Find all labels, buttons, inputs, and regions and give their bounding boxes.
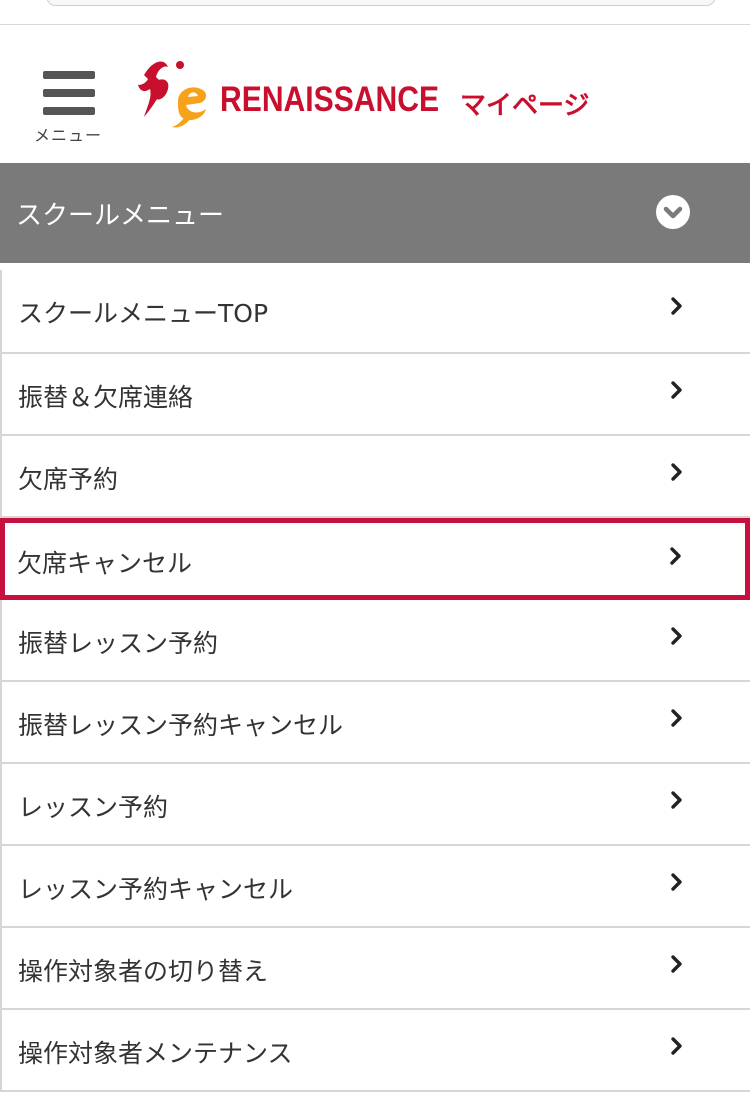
menu-item-label: 操作対象者の切り替え: [18, 957, 269, 986]
mypage-title: マイページ: [460, 91, 590, 121]
chevron-right-icon: [671, 381, 682, 399]
menu-item-label: レッスン予約: [18, 793, 169, 822]
chevron-right-icon: [671, 873, 682, 891]
menu-button-label: メニュー: [33, 126, 102, 145]
menu-item-school-menu-top[interactable]: スクールメニューTOP: [0, 270, 750, 354]
chevron-right-icon: [671, 463, 682, 481]
menu-item-switch-target-user[interactable]: 操作対象者の切り替え: [0, 928, 750, 1010]
url-pill: [46, 0, 716, 6]
school-menu-list: スクールメニューTOP 振替＆欠席連絡 欠席予約 欠席キャンセル 振替レッスン予…: [0, 270, 750, 1092]
chevron-right-icon: [671, 955, 682, 973]
chevron-right-icon: [671, 709, 682, 727]
re-mark-icon: [138, 61, 207, 128]
chevron-right-icon: [671, 627, 682, 645]
menu-button[interactable]: メニュー: [30, 65, 106, 147]
menu-item-absence-reservation[interactable]: 欠席予約: [0, 436, 750, 518]
menu-item-transfer-lesson-cancel[interactable]: 振替レッスン予約キャンセル: [0, 682, 750, 764]
chevron-right-icon: [671, 297, 682, 315]
chevron-right-icon: [670, 547, 681, 565]
chevron-right-icon: [671, 791, 682, 809]
chevron-right-icon: [671, 1037, 682, 1055]
menu-item-transfer-lesson-reservation[interactable]: 振替レッスン予約: [0, 600, 750, 682]
menu-item-label: 欠席キャンセル: [17, 549, 193, 578]
menu-item-target-user-maintenance[interactable]: 操作対象者メンテナンス: [0, 1010, 750, 1092]
menu-item-absence-cancel[interactable]: 欠席キャンセル: [0, 518, 750, 600]
menu-item-label: 欠席予約: [18, 465, 119, 494]
menu-item-label: 振替レッスン予約キャンセル: [18, 711, 344, 740]
menu-item-lesson-reservation-cancel[interactable]: レッスン予約キャンセル: [0, 846, 750, 928]
school-menu-title: スクールメニュー: [16, 201, 225, 231]
menu-item-transfer-absence-contact[interactable]: 振替＆欠席連絡: [0, 354, 750, 436]
chevron-down-icon: [656, 195, 690, 229]
menu-item-label: スクールメニューTOP: [18, 299, 269, 328]
menu-item-label: 振替＆欠席連絡: [18, 383, 194, 412]
logo-wordmark: RENAISSANCE: [220, 80, 440, 119]
site-header: メニュー RENAISSANCE マイページ: [0, 25, 750, 163]
menu-item-lesson-reservation[interactable]: レッスン予約: [0, 764, 750, 846]
renaissance-logo[interactable]: RENAISSANCE: [134, 55, 439, 131]
browser-url-bar-remnant: [0, 0, 750, 25]
menu-item-label: 操作対象者メンテナンス: [18, 1039, 293, 1068]
menu-item-label: 振替レッスン予約: [18, 629, 219, 658]
menu-item-label: レッスン予約キャンセル: [18, 875, 294, 904]
school-menu-toggle[interactable]: スクールメニュー: [0, 163, 750, 263]
hamburger-icon: [43, 71, 95, 115]
